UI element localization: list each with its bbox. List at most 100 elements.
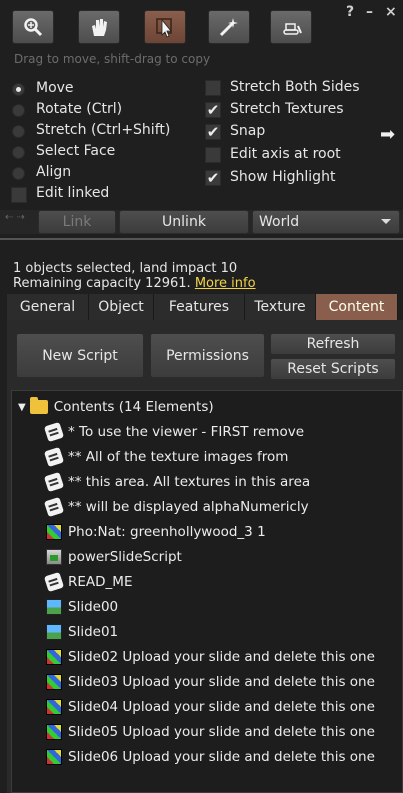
- show-highlight-checkbox[interactable]: ✔: [205, 170, 221, 186]
- folder-icon: [29, 397, 48, 414]
- edit-tool-button[interactable]: [144, 10, 186, 44]
- ruler-value: World: [259, 214, 300, 230]
- inventory-item-label: Slide06 Upload your slide and delete thi…: [68, 749, 375, 765]
- notecard-icon: [43, 446, 65, 468]
- notecard-icon: [43, 471, 65, 493]
- inventory-item-label: powerSlideScript: [68, 549, 182, 565]
- inventory-item-label: Slide03 Upload your slide and delete thi…: [68, 674, 375, 690]
- align-label: Align: [36, 164, 72, 180]
- expand-arrow-icon[interactable]: ➡: [380, 124, 395, 145]
- capacity-info: Remaining capacity 12961. More info: [13, 276, 256, 291]
- inventory-item-label: Slide05 Upload your slide and delete thi…: [68, 724, 375, 740]
- tab-object[interactable]: Object: [89, 294, 154, 320]
- move-label: Move: [36, 80, 74, 96]
- inventory-item[interactable]: ** All of the texture images from: [43, 445, 289, 469]
- permissions-button[interactable]: Permissions: [150, 333, 265, 378]
- ruler-dropdown[interactable]: World: [252, 210, 400, 234]
- inventory-item[interactable]: Slide03 Upload your slide and delete thi…: [46, 670, 375, 694]
- prev-next-arrows-icon[interactable]: ⇠ ⇢: [5, 212, 25, 223]
- stretch-both-sides-checkbox[interactable]: [205, 80, 221, 96]
- notecard-icon: [43, 571, 65, 593]
- inventory-item-label: ** All of the texture images from: [68, 449, 289, 465]
- link-button[interactable]: Link: [38, 210, 116, 234]
- inventory-item[interactable]: READ_ME: [43, 570, 132, 594]
- magic-wand-icon: [219, 18, 238, 37]
- more-info-link[interactable]: More info: [195, 276, 256, 291]
- move-radio[interactable]: [12, 83, 25, 96]
- divider: [0, 238, 403, 240]
- inventory-item[interactable]: Slide00: [46, 595, 118, 619]
- stretch-textures-label: Stretch Textures: [230, 101, 344, 117]
- hand-icon: [92, 19, 107, 36]
- select-face-radio[interactable]: [12, 146, 25, 159]
- contents-inventory: ▼ Contents (14 Elements) * To use the vi…: [11, 390, 403, 793]
- selection-info: 1 objects selected, land impact 10: [13, 261, 238, 276]
- stretch-both-sides-label: Stretch Both Sides: [230, 79, 360, 95]
- minimize-button[interactable]: –: [366, 4, 373, 20]
- chevron-down-icon: [381, 219, 391, 224]
- land-tool-button[interactable]: [270, 10, 312, 44]
- inventory-item-label: Slide02 Upload your slide and delete thi…: [68, 649, 375, 665]
- tab-content[interactable]: Content: [316, 294, 398, 320]
- inventory-item-label: * To use the viewer - FIRST remove: [68, 424, 305, 440]
- inventory-item[interactable]: Slide02 Upload your slide and delete thi…: [46, 645, 375, 669]
- contents-folder-row[interactable]: ▼ Contents (14 Elements): [18, 395, 214, 419]
- edit-linked-label: Edit linked: [36, 185, 110, 201]
- arrow-cursor-icon: [156, 18, 172, 38]
- texture-icon: [46, 749, 62, 765]
- snap-checkbox[interactable]: ✔: [205, 124, 221, 140]
- inventory-item[interactable]: Slide01: [46, 620, 118, 644]
- texture-icon: [46, 724, 62, 740]
- align-radio[interactable]: [12, 167, 25, 180]
- inventory-item[interactable]: Pho:Nat: greenhollywood_3 1: [46, 520, 266, 544]
- inventory-item[interactable]: Slide04 Upload your slide and delete thi…: [46, 695, 375, 719]
- reset-scripts-button[interactable]: Reset Scripts: [270, 358, 396, 380]
- drag-hint: Drag to move, shift-drag to copy: [14, 52, 211, 66]
- inventory-item[interactable]: ** will be displayed alphaNumericly: [43, 495, 309, 519]
- refresh-button[interactable]: Refresh: [270, 333, 396, 355]
- bulldozer-icon: [283, 23, 302, 35]
- inventory-item-label: Slide04 Upload your slide and delete thi…: [68, 699, 375, 715]
- help-icon[interactable]: ?: [346, 4, 354, 20]
- rotate-label: Rotate (Ctrl): [36, 101, 123, 117]
- stretch-radio[interactable]: [12, 125, 25, 138]
- grab-tool-button[interactable]: [78, 10, 120, 44]
- texture-icon: [46, 674, 62, 690]
- close-button[interactable]: ×: [385, 4, 397, 20]
- inventory-item[interactable]: ** this area. All textures in this area: [43, 470, 311, 494]
- stretch-textures-checkbox[interactable]: ✔: [205, 102, 221, 118]
- rotate-radio[interactable]: [12, 104, 25, 117]
- tab-texture[interactable]: Texture: [245, 294, 316, 320]
- magnifier-icon: [24, 18, 43, 37]
- stretch-label: Stretch (Ctrl+Shift): [36, 122, 171, 138]
- show-highlight-label: Show Highlight: [230, 169, 336, 185]
- create-tool-button[interactable]: [208, 10, 250, 44]
- tab-general[interactable]: General: [7, 294, 89, 320]
- script-icon: [46, 549, 62, 565]
- inventory-item-label: Slide00: [68, 599, 119, 615]
- capacity-text: Remaining capacity 12961.: [13, 276, 191, 291]
- new-script-button[interactable]: New Script: [16, 333, 144, 378]
- edit-linked-checkbox[interactable]: [11, 187, 27, 203]
- snapshot-icon: [46, 624, 62, 640]
- inventory-item-label: Slide01: [68, 624, 119, 640]
- tab-features[interactable]: Features: [154, 294, 245, 320]
- snap-label: Snap: [230, 123, 266, 139]
- unlink-button[interactable]: Unlink: [119, 210, 249, 234]
- inventory-item[interactable]: powerSlideScript: [46, 545, 182, 569]
- inventory-item[interactable]: Slide06 Upload your slide and delete thi…: [46, 745, 375, 769]
- inventory-item[interactable]: Slide05 Upload your slide and delete thi…: [46, 720, 375, 744]
- texture-icon: [46, 649, 62, 665]
- focus-tool-button[interactable]: [12, 10, 54, 44]
- texture-icon: [46, 524, 62, 540]
- inventory-item[interactable]: * To use the viewer - FIRST remove: [43, 420, 305, 444]
- select-face-label: Select Face: [36, 143, 116, 159]
- texture-icon: [46, 699, 62, 715]
- notecard-icon: [43, 496, 65, 518]
- inventory-item-label: ** this area. All textures in this area: [68, 474, 311, 490]
- edit-axis-at-root-label: Edit axis at root: [230, 146, 341, 162]
- expand-triangle-icon[interactable]: ▼: [18, 402, 26, 413]
- inventory-item-label: Pho:Nat: greenhollywood_3 1: [68, 524, 266, 540]
- edit-axis-at-root-checkbox[interactable]: [205, 147, 221, 163]
- snapshot-icon: [46, 599, 62, 615]
